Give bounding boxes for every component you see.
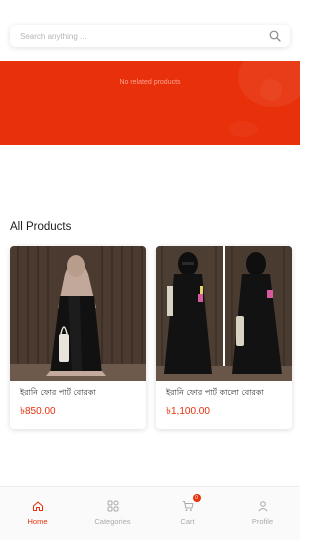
nav-item-home[interactable]: Home [0,487,75,540]
bottom-nav: Home Categories 0 Cart Profile [0,486,300,540]
product-price: ৳1,100.00 [166,406,210,417]
nav-item-cart[interactable]: 0 Cart [150,487,225,540]
banner-message: No related products [119,79,181,86]
home-icon[interactable] [31,499,45,513]
search-bar[interactable] [10,25,290,47]
product-card[interactable]: ইরানি ফোর পার্ট বোরকা ৳850.00 [10,246,146,429]
search-input[interactable] [20,31,268,41]
nav-label[interactable]: Cart [180,517,194,526]
nav-label[interactable]: Profile [252,517,273,526]
nav-label[interactable]: Categories [94,517,130,526]
promo-banner: No related products [0,61,300,145]
product-price: ৳850.00 [20,406,56,417]
cart-badge: 0 [192,494,201,502]
categories-icon[interactable] [106,499,120,513]
cart-icon[interactable]: 0 [181,494,201,513]
nav-label[interactable]: Home [27,517,47,526]
nav-item-categories[interactable]: Categories [75,487,150,540]
product-card[interactable]: ইরানি ফোর পার্ট কালো বোরকা ৳1,100.00 [156,246,292,429]
product-image[interactable] [156,246,292,381]
product-name[interactable]: ইরানি ফোর পার্ট কালো বোরকা [166,387,264,400]
product-name[interactable]: ইরানি ফোর পার্ট বোরকা [20,387,96,400]
profile-icon[interactable] [256,499,270,513]
search-icon[interactable] [268,29,282,43]
section-title: All Products [10,221,72,233]
product-image[interactable] [10,246,146,381]
nav-item-profile[interactable]: Profile [225,487,300,540]
